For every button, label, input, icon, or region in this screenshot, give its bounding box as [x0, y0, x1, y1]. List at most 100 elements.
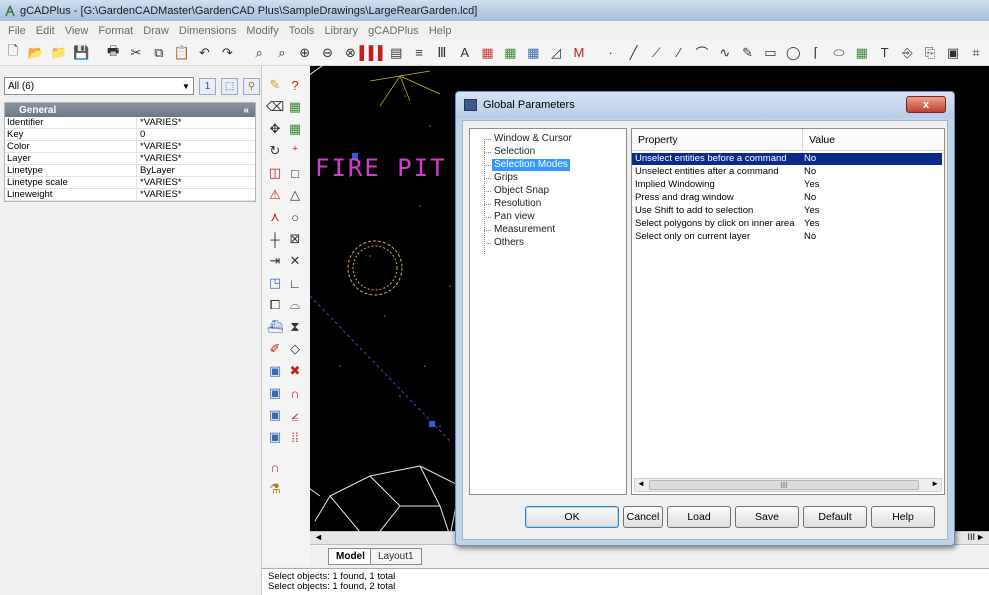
parameter-row[interactable]: Implied Windowing Yes — [632, 179, 942, 191]
insert-block-icon[interactable]: ⎆ — [898, 43, 918, 63]
menu-file[interactable]: File — [3, 25, 31, 37]
general-section-header[interactable]: General « — [5, 103, 255, 117]
property-row[interactable]: Color *VARIES* — [5, 141, 255, 153]
property-value[interactable]: *VARIES* — [137, 117, 255, 128]
chamfer-icon[interactable]: ⦤ — [286, 406, 304, 424]
measure-icon[interactable]: ◿ — [546, 43, 566, 63]
erase-icon[interactable]: ⌫ — [266, 98, 284, 116]
boat-icon[interactable]: ⛴ — [266, 318, 284, 336]
cut-icon[interactable]: ✂ — [126, 43, 146, 63]
tree-node-resolution[interactable]: Resolution — [492, 198, 543, 210]
open-recent-icon[interactable]: 📁 — [49, 43, 69, 63]
scale-icon[interactable]: ◫ — [266, 164, 284, 182]
property-value[interactable]: *VARIES* — [137, 153, 255, 164]
offset-icon[interactable]: ⁺ — [286, 142, 304, 160]
tree-node-selection-modes[interactable]: Selection Modes — [492, 159, 570, 171]
dialog-title-bar[interactable]: Global Parameters — [456, 92, 954, 118]
parameter-value[interactable]: No — [802, 153, 942, 165]
arc-icon[interactable]: ⌒ — [692, 43, 712, 63]
cylinder-icon[interactable]: ⌓ — [286, 296, 304, 314]
property-row[interactable]: Linetype scale *VARIES* — [5, 177, 255, 189]
arc-3point-icon[interactable]: ⌈ — [806, 43, 826, 63]
tab-model[interactable]: Model — [328, 548, 373, 565]
rotate-icon[interactable]: ↻ — [266, 142, 284, 160]
paste-icon[interactable]: 📋 — [172, 43, 192, 63]
column-header-value[interactable]: Value — [802, 129, 942, 151]
freehand-icon[interactable]: ✎ — [738, 43, 758, 63]
menu-library[interactable]: Library — [319, 25, 363, 37]
zoom-extents-icon[interactable]: ⊗ — [341, 43, 361, 63]
dot-grid-icon[interactable]: ⁞⁞ — [286, 428, 304, 446]
frame-icon[interactable]: ⧠ — [266, 296, 284, 314]
save-icon[interactable]: 💾 — [71, 43, 91, 63]
spray-icon[interactable]: ✐ — [266, 340, 284, 358]
parameter-row[interactable]: Press and drag window No — [632, 192, 942, 204]
property-value[interactable]: ByLayer — [137, 165, 255, 176]
undo-icon[interactable]: ↶ — [195, 43, 215, 63]
move-icon[interactable]: ✥ — [266, 120, 284, 138]
donut-icon[interactable]: ○ — [286, 208, 304, 226]
zoom-realtime-icon[interactable]: ⌕ — [249, 43, 269, 63]
collapse-section-icon[interactable]: « — [243, 105, 249, 116]
help-button[interactable]: Help — [871, 506, 935, 528]
layer-copy-icon[interactable]: ▣ — [266, 362, 284, 380]
parameter-row[interactable]: Unselect entities before a command No — [632, 153, 942, 165]
zoom-in-icon[interactable]: ⊕ — [295, 43, 315, 63]
line-icon[interactable]: ╱ — [624, 43, 644, 63]
parameter-value[interactable]: No — [802, 166, 942, 178]
layers-color-icon[interactable]: ▌▌▌ — [360, 43, 388, 63]
parameter-value[interactable]: Yes — [802, 179, 942, 191]
cross-icon[interactable]: ✕ — [286, 252, 304, 270]
property-row[interactable]: Linetype ByLayer — [5, 165, 255, 177]
menu-dimensions[interactable]: Dimensions — [174, 25, 241, 37]
menu-view[interactable]: View — [60, 25, 94, 37]
pencil-icon[interactable]: ✎ — [266, 76, 284, 94]
extend-icon[interactable]: ⇥ — [266, 252, 284, 270]
print-icon[interactable]: 🖶 — [103, 43, 123, 63]
layer-group-icon[interactable]: ▣ — [266, 428, 284, 446]
scroll-left-icon[interactable]: ◄ — [637, 479, 645, 488]
select-objects-icon[interactable]: ⬚ — [221, 77, 238, 95]
layer-manager-icon[interactable]: ▤ — [386, 43, 406, 63]
property-value[interactable]: 0 — [137, 129, 255, 140]
grip-square[interactable] — [429, 421, 435, 427]
insert-icon[interactable]: ◳ — [266, 274, 284, 292]
make-block-icon[interactable]: ⎘ — [920, 43, 940, 63]
table-icon[interactable]: ⌗ — [966, 43, 986, 63]
text-icon[interactable]: T — [875, 43, 895, 63]
tab-layout1[interactable]: Layout1 — [370, 548, 422, 565]
text-style-icon[interactable]: A — [455, 43, 475, 63]
macro-icon[interactable]: M — [569, 43, 589, 63]
menu-draw[interactable]: Draw — [138, 25, 174, 37]
mirror-icon[interactable]: ⚠ — [266, 186, 284, 204]
parameter-value[interactable]: Yes — [802, 205, 942, 217]
hatch-icon[interactable]: ▦ — [852, 43, 872, 63]
bucket-icon[interactable]: ⚗ — [266, 480, 284, 498]
property-value[interactable]: *VARIES* — [137, 189, 255, 200]
parameter-row[interactable]: Unselect entities after a command No — [632, 166, 942, 178]
ok-button[interactable]: OK — [525, 506, 619, 528]
break-icon[interactable]: ⊠ — [286, 230, 304, 248]
copy-icon[interactable]: ⧉ — [149, 43, 169, 63]
linetype-icon[interactable]: ≡ — [409, 43, 429, 63]
garden-symbols-icon[interactable]: ▦ — [500, 43, 520, 63]
tree-node-pan-view[interactable]: Pan view — [492, 211, 537, 223]
scroll-left-icon[interactable]: ◄ — [314, 532, 323, 542]
menu-format[interactable]: Format — [93, 25, 138, 37]
parameter-value[interactable]: No — [802, 231, 942, 243]
open-folder-icon[interactable]: 📂 — [26, 43, 46, 63]
trim-icon[interactable]: ┼ — [266, 230, 284, 248]
circle-icon[interactable]: ◯ — [783, 43, 803, 63]
fillet-red-icon[interactable]: ∩ — [266, 458, 284, 476]
selection-filter-dropdown[interactable]: All (6) ▼ — [4, 77, 194, 95]
property-row[interactable]: Identifier *VARIES* — [5, 117, 255, 129]
parameter-row[interactable]: Select polygons by click on inner area Y… — [632, 218, 942, 230]
close-button[interactable]: x — [906, 96, 946, 113]
tree-node-window-cursor[interactable]: Window & Cursor — [492, 133, 574, 145]
help-hint-icon[interactable]: ? — [286, 76, 304, 94]
property-value[interactable]: *VARIES* — [137, 141, 255, 152]
ellipse-icon[interactable]: ⬭ — [829, 43, 849, 63]
new-file-icon[interactable]: 🗋 — [3, 43, 23, 63]
scroll-right-icon[interactable]: ► — [976, 532, 985, 542]
save-button[interactable]: Save — [735, 506, 799, 528]
